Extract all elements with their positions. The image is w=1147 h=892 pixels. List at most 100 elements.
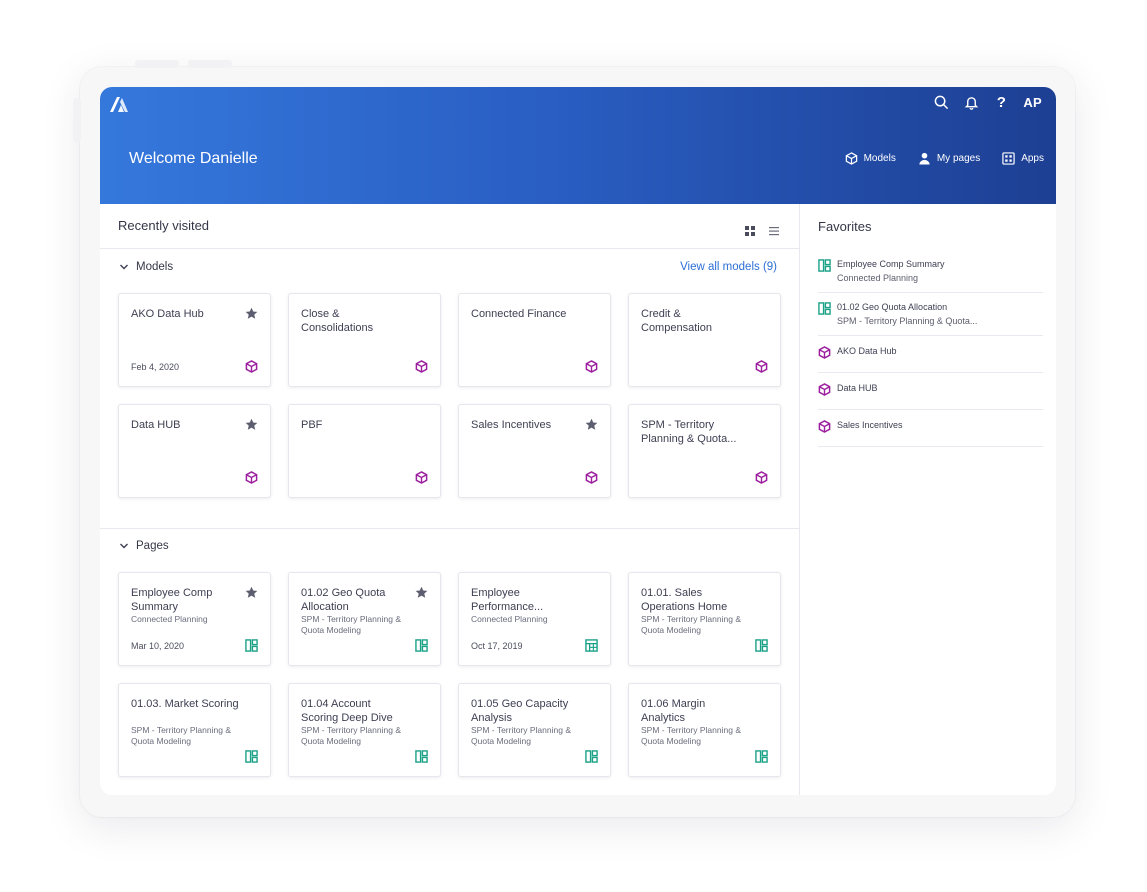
header-nav: Models My pages Apps	[845, 152, 1044, 165]
page-card-title: 01.01. Sales Operations Home	[641, 587, 728, 613]
list-view-icon[interactable]	[769, 223, 779, 236]
page-card-model: SPM - Territory Planning & Quota Modelin…	[641, 725, 741, 746]
model-cube-icon	[585, 471, 598, 484]
page-card-title: Employee Performance...	[471, 587, 544, 613]
model-card-title: Credit & Compensation	[641, 308, 712, 334]
view-all-models-link[interactable]: View all models (9)	[680, 261, 777, 273]
search-icon[interactable]	[933, 94, 949, 110]
page-card[interactable]: 01.01. Sales Operations Home SPM - Territ…	[628, 572, 781, 666]
nav-my-pages[interactable]: My pages	[918, 152, 980, 165]
page-card-title: 01.02 Geo Quota Allocation	[301, 587, 386, 613]
board-icon	[585, 750, 598, 763]
page-card-model: SPM - Territory Planning & Quota Modelin…	[131, 725, 231, 746]
model-cube-icon	[755, 360, 768, 373]
avatar[interactable]: AP	[1023, 95, 1042, 110]
page-card[interactable]: 01.03. Market Scoring SPM - Territory Pla…	[118, 683, 271, 777]
page-card-model: Connected Planning	[131, 614, 208, 624]
favorite-item[interactable]: Employee Comp Summary Connected Planning	[818, 250, 1043, 293]
nav-apps[interactable]: Apps	[1002, 152, 1044, 165]
star-icon[interactable]	[245, 307, 258, 320]
page-card-title: Employee Comp Summary	[131, 587, 213, 613]
models-section-toggle[interactable]: Models	[119, 261, 173, 273]
model-cube-icon	[818, 345, 831, 364]
model-card-title: Sales Incentives	[471, 419, 552, 431]
divider	[100, 528, 799, 529]
nav-apps-label: Apps	[1021, 153, 1044, 164]
model-card-title: SPM - Territory Planning & Quota...	[641, 419, 737, 445]
page-card-title: 01.05 Geo Capacity Analysis	[471, 698, 569, 724]
page-card-date: Oct 17, 2019	[471, 641, 523, 651]
nav-models[interactable]: Models	[845, 152, 896, 165]
star-icon[interactable]	[245, 418, 258, 431]
board-icon	[818, 258, 831, 284]
model-cube-icon	[585, 360, 598, 373]
favorite-text: Sales Incentives	[837, 419, 903, 438]
board-icon	[245, 750, 258, 763]
favorite-item[interactable]: 01.02 Geo Quota Allocation SPM - Territor…	[818, 293, 1043, 336]
model-cube-icon	[415, 360, 428, 373]
favorite-item[interactable]: Sales Incentives	[818, 410, 1043, 447]
star-icon[interactable]	[585, 418, 598, 431]
page-card[interactable]: Employee Performance... Connected Plannin…	[458, 572, 611, 666]
board-icon	[245, 639, 258, 652]
page-card-model: SPM - Territory Planning & Quota Modelin…	[301, 614, 401, 635]
model-card[interactable]: Data HUB	[118, 404, 271, 498]
favorite-text: Data HUB	[837, 382, 878, 401]
app-screen: ? AP Welcome Danielle Models My pages Ap…	[100, 87, 1056, 795]
model-card-title: Connected Finance	[471, 308, 567, 320]
grid-view-icon[interactable]	[745, 223, 755, 236]
welcome-title: Welcome Danielle	[129, 150, 258, 167]
pages-section-label: Pages	[136, 540, 169, 552]
model-card[interactable]: AKO Data Hub Feb 4, 2020	[118, 293, 271, 387]
model-card-date: Feb 4, 2020	[131, 362, 180, 372]
board-icon	[755, 639, 768, 652]
board-icon	[415, 750, 428, 763]
model-card[interactable]: PBF	[288, 404, 441, 498]
star-icon[interactable]	[415, 586, 428, 599]
model-card-title: Data HUB	[131, 419, 181, 431]
model-card[interactable]: Credit & Compensation	[628, 293, 781, 387]
model-card[interactable]: Close & Consolidations	[288, 293, 441, 387]
app-header: ? AP Welcome Danielle Models My pages Ap…	[100, 87, 1056, 204]
anaplan-logo-icon[interactable]	[109, 95, 129, 113]
favorite-text: AKO Data Hub	[837, 345, 897, 364]
bell-icon[interactable]	[963, 94, 979, 110]
view-toggle	[745, 223, 779, 236]
apps-grid-icon	[1002, 152, 1015, 165]
favorites-title: Favorites	[818, 219, 872, 234]
nav-my-pages-label: My pages	[936, 153, 981, 164]
favorite-title: 01.02 Geo Quota Allocation	[837, 302, 948, 312]
cube-icon	[845, 152, 857, 165]
recently-visited-panel: Recently visited Models View all models …	[100, 204, 799, 795]
model-card-title: AKO Data Hub	[131, 308, 204, 320]
header-actions: ? AP	[933, 94, 1042, 111]
model-cube-icon	[755, 471, 768, 484]
page-card[interactable]: Employee Comp Summary Connected Planning M…	[118, 572, 271, 666]
page-card-model: SPM - Territory Planning & Quota Modelin…	[641, 614, 741, 635]
page-card[interactable]: 01.05 Geo Capacity Analysis SPM - Territo…	[458, 683, 611, 777]
favorite-item[interactable]: AKO Data Hub	[818, 336, 1043, 373]
page-card[interactable]: 01.06 Margin Analytics SPM - Territory Pl…	[628, 683, 781, 777]
help-icon[interactable]: ?	[993, 94, 1009, 111]
model-card[interactable]: Sales Incentives	[458, 404, 611, 498]
favorite-title: AKO Data Hub	[837, 346, 897, 356]
model-cube-icon	[245, 360, 258, 373]
model-cube-icon	[415, 471, 428, 484]
page-card-model: SPM - Territory Planning & Quota Modelin…	[471, 725, 571, 746]
model-card[interactable]: SPM - Territory Planning & Quota...	[628, 404, 781, 498]
model-card[interactable]: Connected Finance	[458, 293, 611, 387]
device-button	[73, 98, 81, 142]
page-card[interactable]: 01.04 Account Scoring Deep Dive SPM - Ter…	[288, 683, 441, 777]
page-card-model: Connected Planning	[471, 614, 548, 624]
favorite-model: SPM - Territory Planning & Quota...	[837, 316, 978, 326]
page-card[interactable]: 01.02 Geo Quota Allocation SPM - Territor…	[288, 572, 441, 666]
model-cube-icon	[818, 382, 831, 401]
board-icon	[755, 750, 768, 763]
favorite-item[interactable]: Data HUB	[818, 373, 1043, 410]
model-cube-icon	[818, 419, 831, 438]
models-section-label: Models	[136, 261, 174, 273]
star-icon[interactable]	[245, 586, 258, 599]
pages-grid: Employee Comp Summary Connected Planning M…	[118, 572, 781, 777]
pages-section-toggle[interactable]: Pages	[119, 540, 169, 552]
model-card-title: Close & Consolidations	[301, 308, 374, 334]
